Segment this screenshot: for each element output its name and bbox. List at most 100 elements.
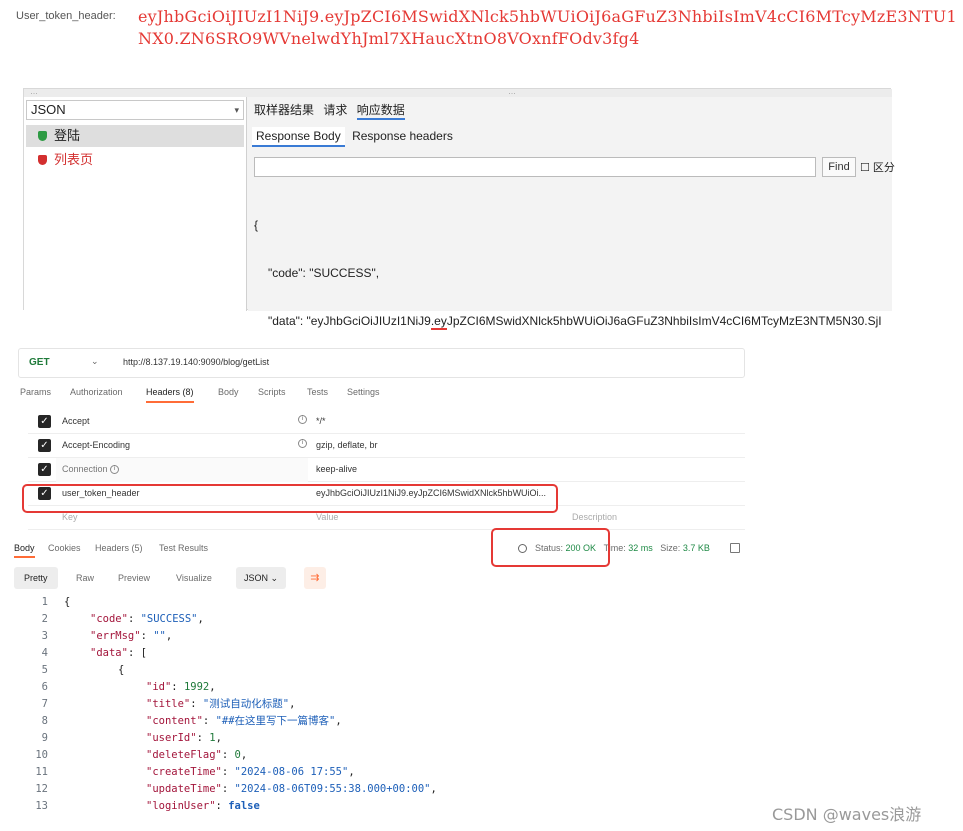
code-text: "content": "##在这里写下一篇博客",: [146, 715, 342, 727]
tab-params[interactable]: Params: [20, 387, 51, 397]
line-number: 1: [41, 596, 48, 608]
header-enabled-checkbox[interactable]: ✓: [38, 463, 51, 476]
header-key[interactable]: Accept-Encoding: [62, 440, 130, 450]
tree-item-label: 列表页: [54, 152, 94, 167]
json-key: "errMsg": [90, 630, 141, 642]
tab-headers[interactable]: Headers (8): [146, 387, 194, 403]
time-value[interactable]: 32 ms: [628, 543, 653, 553]
splitter-dots-icon[interactable]: …: [508, 87, 516, 96]
line-number: 11: [35, 766, 48, 778]
token-label: User_token_header:: [16, 10, 116, 22]
format-select[interactable]: JSON ▾: [26, 100, 244, 120]
line-number: 2: [41, 613, 48, 625]
info-icon[interactable]: i: [298, 415, 307, 424]
line-number: 9: [41, 732, 48, 744]
code-line: 4 "data": [: [10, 645, 745, 662]
method-select[interactable]: GET: [29, 357, 50, 368]
code-line: 5{: [10, 662, 745, 679]
json-key: "code": [90, 613, 128, 625]
line-number: 13: [35, 800, 48, 812]
find-button[interactable]: Find: [822, 157, 856, 177]
tab-tests[interactable]: Tests: [307, 387, 328, 397]
view-raw[interactable]: Raw: [66, 567, 104, 589]
wrap-lines-icon[interactable]: ⇉: [304, 567, 326, 589]
tab-response-body[interactable]: Body: [14, 543, 35, 558]
tab-settings[interactable]: Settings: [347, 387, 380, 397]
underlined-dot-marker: .ey: [430, 314, 447, 330]
tab-request[interactable]: 请求: [323, 101, 347, 118]
code-text: "data": [: [90, 647, 147, 659]
find-input[interactable]: [254, 157, 816, 177]
tab-authorization[interactable]: Authorization: [70, 387, 123, 397]
tab-test-results[interactable]: Test Results: [159, 543, 208, 553]
json-key: "deleteFlag": [146, 749, 222, 761]
json-value: "##在这里写下一篇博客": [215, 715, 336, 727]
view-pretty[interactable]: Pretty: [14, 567, 58, 589]
tab-body[interactable]: Body: [218, 387, 239, 397]
code-text: "createTime": "2024-08-06 17:55",: [146, 766, 355, 778]
line-number: 7: [41, 698, 48, 710]
code-text: "loginUser": false: [146, 800, 260, 812]
tab-scripts[interactable]: Scripts: [258, 387, 286, 397]
find-row: Find ☐ 区分: [254, 157, 895, 179]
url-bar[interactable]: GET ⌄ http://8.137.19.140:9090/blog/getL…: [18, 348, 745, 378]
header-row: ✓ Accept i */*: [28, 410, 745, 434]
format-select-value: JSON: [31, 102, 66, 117]
tree-item-label: 登陆: [54, 128, 81, 143]
json-key: "title": [146, 698, 191, 710]
json-value: 1992: [183, 681, 210, 693]
save-response-icon[interactable]: [730, 543, 740, 553]
tree-item-login[interactable]: 登陆: [26, 125, 244, 147]
jmeter-splitter-bar[interactable]: … …: [24, 87, 892, 97]
json-key: "createTime": [146, 766, 222, 778]
tab-response-headers[interactable]: Headers (5): [95, 543, 143, 553]
json-key: "content": [146, 715, 203, 727]
line-number: 12: [35, 783, 48, 795]
subtab-response-body[interactable]: Response Body: [252, 127, 345, 147]
json-value: 0: [234, 749, 241, 761]
view-preview[interactable]: Preview: [108, 567, 160, 589]
header-row: ✓ Connection i keep-alive: [28, 458, 745, 482]
screenshot-root: User_token_header: eyJhbGciOiJIUzI1NiJ9.…: [0, 0, 963, 831]
new-header-value-input[interactable]: Value: [316, 512, 576, 522]
tree-item-list-page[interactable]: 列表页: [26, 149, 244, 171]
format-dropdown[interactable]: JSON ⌄: [236, 567, 287, 589]
header-value[interactable]: */*: [316, 416, 576, 426]
code-line: 6 "id": 1992,: [10, 679, 745, 696]
info-icon[interactable]: i: [298, 439, 307, 448]
line-number: 5: [41, 664, 48, 676]
header-enabled-checkbox[interactable]: ✓: [38, 439, 51, 452]
case-sensitive-checkbox[interactable]: ☐ 区分: [860, 159, 895, 175]
tab-sampler-result[interactable]: 取样器结果: [254, 101, 314, 118]
json-value: "2024-08-06 17:55": [234, 766, 349, 778]
collapse-dots-icon[interactable]: …: [30, 87, 38, 96]
header-key[interactable]: Connection i: [62, 464, 120, 475]
line-number: 6: [41, 681, 48, 693]
code-text: {: [64, 596, 71, 608]
code-text: "updateTime": "2024-08-06T09:55:38.000+0…: [146, 783, 437, 795]
code-line: 13 "loginUser": false: [10, 798, 745, 815]
info-icon[interactable]: i: [110, 465, 120, 475]
tab-cookies[interactable]: Cookies: [48, 543, 81, 553]
chevron-down-icon[interactable]: ⌄: [91, 356, 99, 367]
json-key: "userId": [146, 732, 197, 744]
size-value[interactable]: 3.7 KB: [683, 543, 710, 553]
json-value: "测试自动化标题": [202, 698, 290, 710]
json-value: "": [153, 630, 166, 642]
url-input[interactable]: http://8.137.19.140:9090/blog/getList: [123, 357, 269, 367]
code-text: "title": "测试自动化标题",: [146, 698, 296, 710]
new-header-description-input[interactable]: Description: [572, 512, 617, 522]
subtab-response-headers[interactable]: Response headers: [348, 127, 457, 145]
jmeter-detail-pane: 取样器结果 请求 响应数据 Response Body Response hea…: [248, 97, 895, 472]
header-value[interactable]: keep-alive: [316, 464, 576, 474]
header-key[interactable]: Accept: [62, 416, 90, 426]
highlight-status-box: [491, 528, 610, 567]
jmeter-tree-pane: JSON ▾ 登陆 列表页: [24, 97, 247, 311]
new-header-key-input[interactable]: Key: [62, 512, 78, 522]
header-enabled-checkbox[interactable]: ✓: [38, 415, 51, 428]
header-value[interactable]: gzip, deflate, br: [316, 440, 576, 450]
view-visualize[interactable]: Visualize: [166, 567, 222, 589]
tab-response-data[interactable]: 响应数据: [356, 101, 405, 120]
jmeter-subtabs: Response Body Response headers: [248, 127, 892, 149]
json-value: false: [228, 800, 260, 812]
